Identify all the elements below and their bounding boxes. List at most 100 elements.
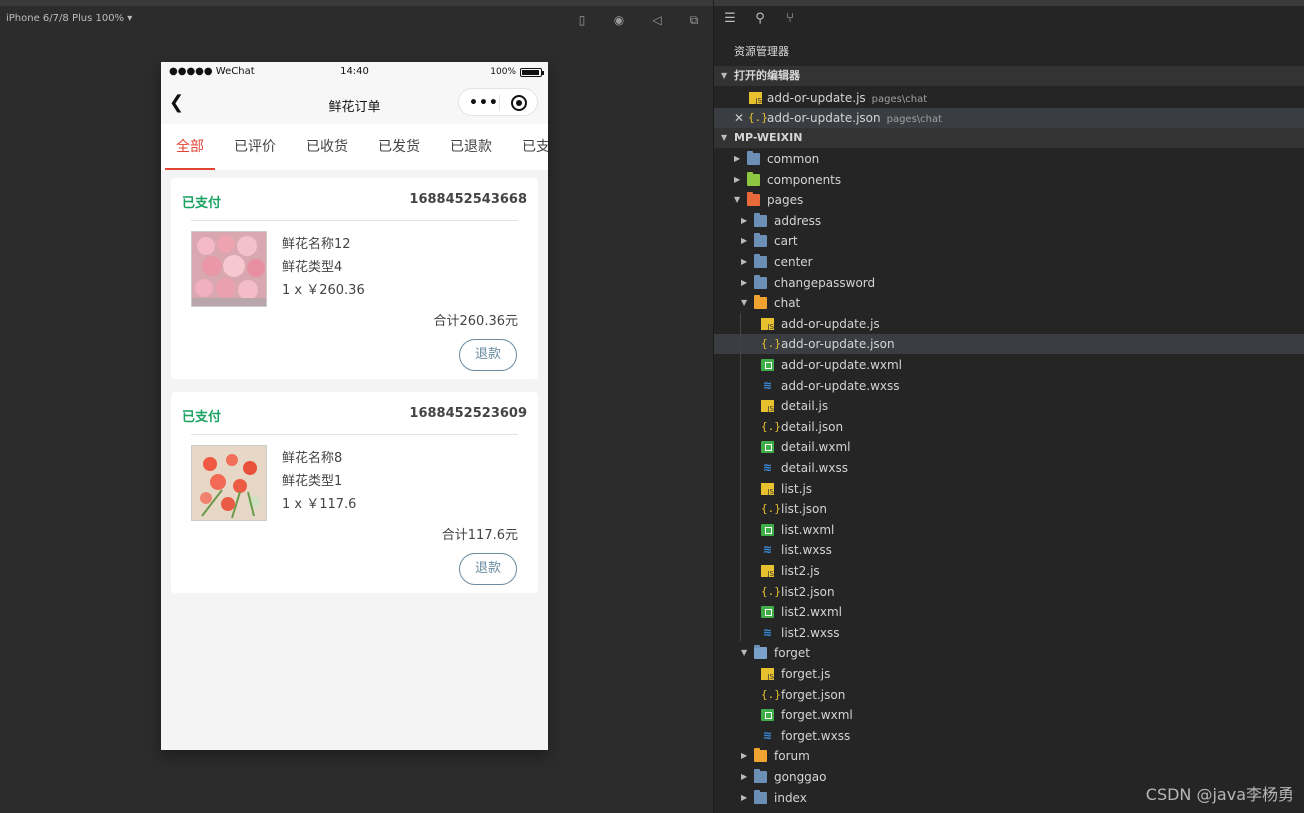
close-icon[interactable]: ✕ (734, 108, 744, 128)
json-file-icon: {.} (761, 502, 781, 515)
file-label: add-or-update.json (767, 111, 881, 125)
device-selector[interactable]: iPhone 6/7/8 Plus 100% ▾ (6, 13, 132, 24)
file-label: gonggao (774, 770, 827, 784)
tree-file[interactable]: list2.wxml (714, 602, 1304, 622)
tree-folder-pages[interactable]: ▼ pages (714, 190, 1304, 210)
chevron-right-icon: ▶ (734, 175, 741, 184)
list-icon[interactable]: ☰ (722, 11, 738, 27)
tree-folder-forget[interactable]: ▼ forget (714, 643, 1304, 663)
tree-indent-guide (740, 313, 741, 641)
file-label: center (774, 255, 813, 269)
order-number: 1688452543668 (409, 192, 527, 207)
window-icon[interactable]: ⧉ (687, 13, 701, 27)
js-file-icon: JS (761, 565, 774, 578)
folder-icon (754, 769, 767, 783)
tree-folder-address[interactable]: ▶ address (714, 211, 1304, 231)
wxss-file-icon: ≋ (762, 379, 773, 392)
tree-file[interactable]: ≋ add-or-update.wxss (714, 376, 1304, 396)
tree-file[interactable]: {.} list2.json (714, 582, 1304, 602)
file-name: add-or-update.js pages\chat (767, 88, 927, 110)
refund-button[interactable]: 退款 (459, 339, 517, 371)
tree-file[interactable]: JS forget.js (714, 664, 1304, 684)
sound-icon[interactable]: ◁ (650, 13, 664, 27)
file-label: list2.js (781, 564, 820, 578)
file-label: list2.json (781, 585, 835, 599)
tree-folder-components[interactable]: ▶ components (714, 170, 1304, 190)
file-label: add-or-update.js (767, 91, 866, 105)
file-label: detail.wxml (781, 440, 851, 454)
file-label: forget.wxml (781, 708, 853, 722)
tree-folder-forum[interactable]: ▶ forum (714, 746, 1304, 766)
product-type: 鲜花类型1 (282, 474, 343, 489)
explorer-panel: ☰ ⚲ ⑂ 资源管理器 ▼ 打开的编辑器 JS add-or-update.js… (713, 0, 1304, 813)
file-label: detail.js (781, 399, 829, 413)
tab-received[interactable]: 已收货 (306, 124, 348, 170)
folder-icon (754, 295, 767, 309)
chevron-down-icon: ▼ (741, 298, 748, 307)
product-price: 1 x ￥260.36 (282, 283, 365, 298)
tree-file[interactable]: add-or-update.wxml (714, 355, 1304, 375)
file-label: forget.wxss (781, 729, 851, 743)
tree-file[interactable]: JS list.js (714, 479, 1304, 499)
watermark: CSDN @java李杨勇 (1145, 785, 1294, 804)
tree-folder-center[interactable]: ▶ center (714, 252, 1304, 272)
tree-file[interactable]: forget.wxml (714, 705, 1304, 725)
active-tab-indicator (165, 168, 215, 170)
tab-reviewed[interactable]: 已评价 (234, 124, 276, 170)
tab-refunded[interactable]: 已退款 (450, 124, 492, 170)
open-editor-item[interactable]: ✕ {.} add-or-update.json pages\chat (714, 108, 1304, 128)
tree-folder-common[interactable]: ▶ common (714, 149, 1304, 169)
tree-file[interactable]: {.} detail.json (714, 417, 1304, 437)
file-label: components (767, 173, 842, 187)
product-image[interactable] (191, 445, 267, 521)
tree-file[interactable]: ≋ detail.wxss (714, 458, 1304, 478)
open-editors-header[interactable]: ▼ 打开的编辑器 (714, 66, 1304, 86)
phone-screen: ●●●●● WeChat 14:40 100% ❮ 鲜花订单 ••• 全部 已评… (161, 62, 548, 750)
file-label: address (774, 214, 822, 228)
tab-all[interactable]: 全部 (176, 124, 204, 170)
file-label: list.wxss (781, 543, 832, 557)
order-number: 1688452523609 (409, 406, 527, 421)
status-bar: ●●●●● WeChat 14:40 100% (161, 62, 548, 84)
branch-icon[interactable]: ⑂ (782, 11, 798, 27)
tab-paid[interactable]: 已支 (522, 124, 548, 170)
folder-icon (747, 172, 760, 186)
tree-folder-changepassword[interactable]: ▶ changepassword (714, 273, 1304, 293)
wxml-file-icon (761, 606, 774, 618)
json-file-icon: {.} (761, 420, 781, 433)
order-card[interactable]: 已支付 1688452543668 鲜花名称12 鲜花类型4 1 x ￥260.… (171, 178, 538, 379)
search-icon[interactable]: ⚲ (752, 11, 768, 27)
tree-file[interactable]: JS add-or-update.js (714, 314, 1304, 334)
chevron-right-icon: ▶ (741, 236, 748, 245)
tree-folder-chat[interactable]: ▼ chat (714, 293, 1304, 313)
file-label: forget (774, 646, 810, 660)
project-header[interactable]: ▼ MP-WEIXIN (714, 128, 1304, 148)
tree-file[interactable]: {.} add-or-update.json (714, 334, 1304, 354)
folder-icon (754, 748, 767, 762)
tree-file[interactable]: list.wxml (714, 520, 1304, 540)
tree-file[interactable]: ≋ list.wxss (714, 540, 1304, 560)
order-tabs: 全部 已评价 已收货 已发货 已退款 已支 (161, 124, 548, 170)
miniprogram-capsule: ••• (458, 88, 538, 116)
tree-file[interactable]: JS detail.js (714, 396, 1304, 416)
file-label: cart (774, 234, 798, 248)
tree-folder-cart[interactable]: ▶ cart (714, 231, 1304, 251)
tree-file[interactable]: {.} list.json (714, 499, 1304, 519)
tree-file[interactable]: detail.wxml (714, 437, 1304, 457)
more-icon[interactable]: ••• (469, 95, 499, 111)
tree-file[interactable]: JS list2.js (714, 561, 1304, 581)
record-icon[interactable]: ◉ (612, 13, 626, 27)
order-card[interactable]: 已支付 1688452523609 鲜花名称8 鲜花类型1 1 x ￥117.6… (171, 392, 538, 593)
open-editor-item[interactable]: JS add-or-update.js pages\chat (714, 88, 1304, 108)
file-label: list.js (781, 482, 813, 496)
tree-file[interactable]: ≋ forget.wxss (714, 726, 1304, 746)
refund-button[interactable]: 退款 (459, 553, 517, 585)
tab-shipped[interactable]: 已发货 (378, 124, 420, 170)
close-miniprogram-icon[interactable] (511, 95, 527, 111)
tree-file[interactable]: {.} forget.json (714, 685, 1304, 705)
product-image[interactable] (191, 231, 267, 307)
phone-icon[interactable]: ▯ (575, 13, 589, 27)
tree-file[interactable]: ≋ list2.wxss (714, 623, 1304, 643)
file-label: add-or-update.wxml (781, 358, 903, 372)
chevron-right-icon: ▶ (741, 793, 748, 802)
